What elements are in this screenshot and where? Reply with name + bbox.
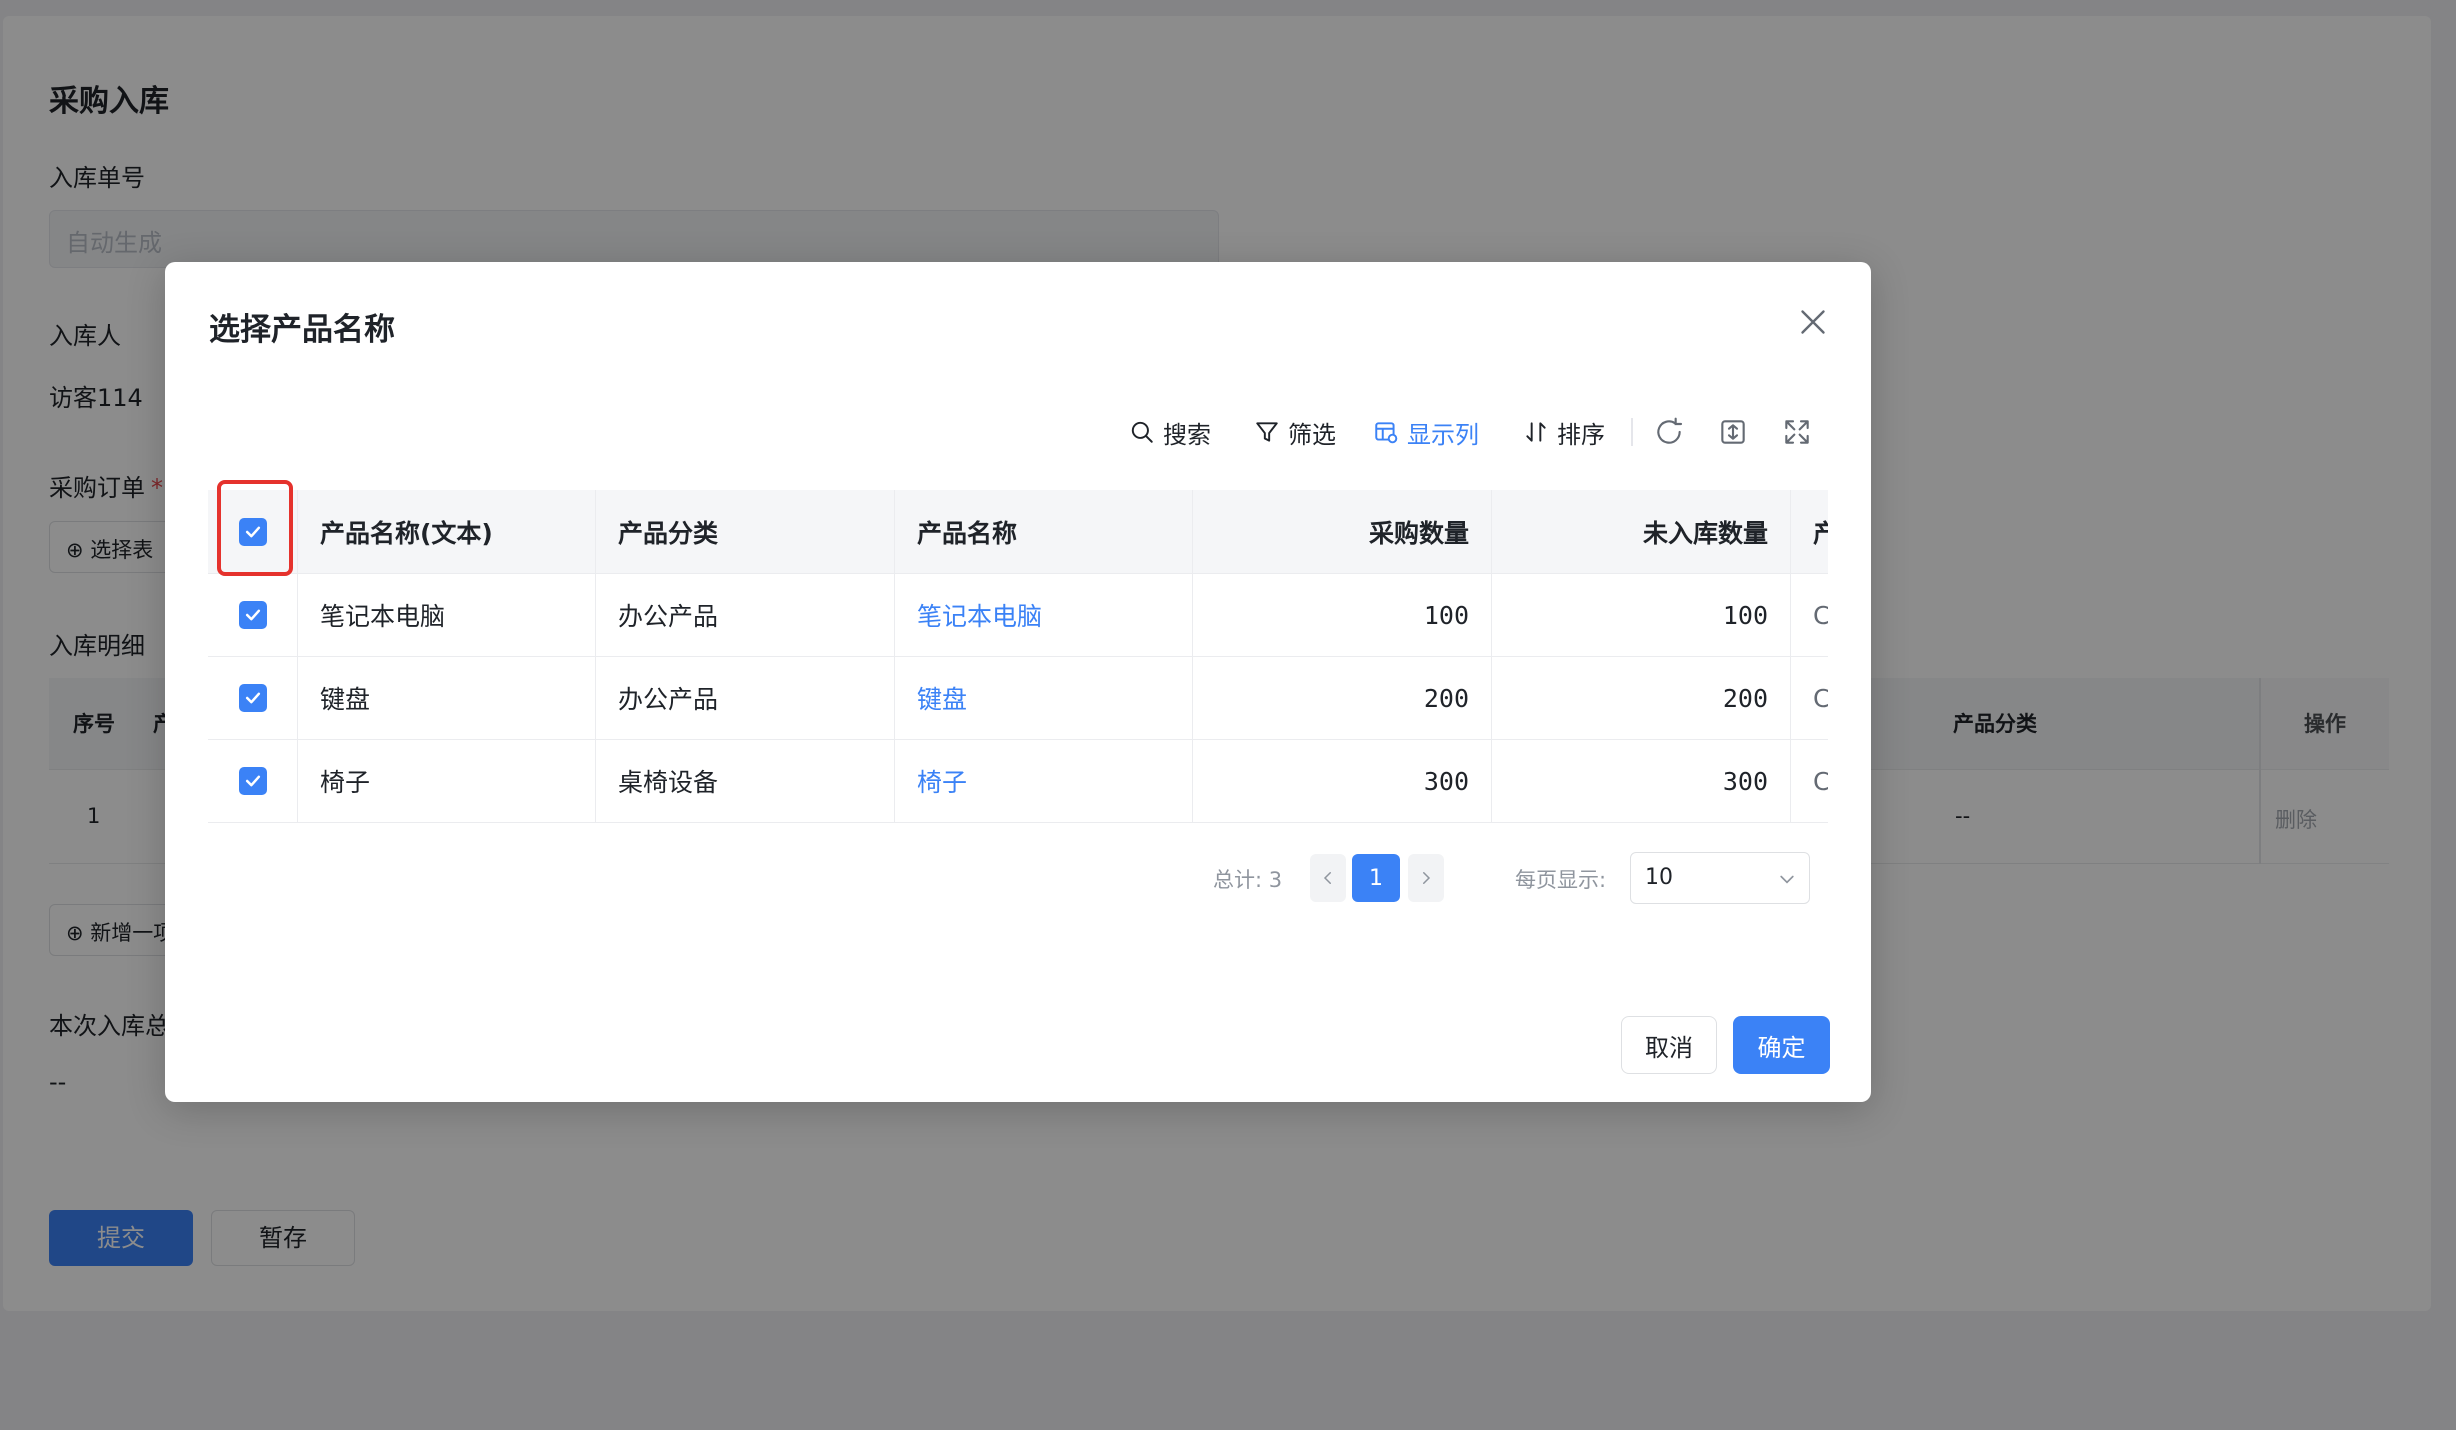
pagination-total: 总计: 3 — [1213, 868, 1283, 892]
th-not-received-qty[interactable]: 未入库数量 — [1492, 490, 1791, 573]
table-row[interactable]: 椅子 桌椅设备 椅子 300 300 C — [208, 740, 1828, 823]
page-size-label: 每页显示: — [1515, 868, 1607, 892]
row-checkbox[interactable] — [238, 601, 267, 629]
td-purchase-qty: 100 — [1193, 574, 1492, 656]
th-product-name-text[interactable]: 产品名称(文本) — [298, 490, 596, 573]
row-checkbox[interactable] — [238, 684, 267, 712]
confirm-button[interactable]: 确定 — [1733, 1016, 1830, 1074]
td-product-category: 桌椅设备 — [596, 740, 895, 822]
table-header-row: 产品名称(文本) 产品分类 产品名称 采购数量 未入库数量 产 — [208, 490, 1828, 574]
td-product-name-text: 笔记本电脑 — [298, 574, 596, 656]
check-icon — [245, 609, 260, 621]
page-1-button[interactable]: 1 — [1352, 854, 1400, 902]
td-product-name-text: 椅子 — [298, 740, 596, 822]
row-select-cell — [208, 740, 298, 822]
search-icon — [1131, 421, 1153, 443]
td-product-name-link[interactable]: 笔记本电脑 — [895, 574, 1193, 656]
row-density-icon[interactable] — [1717, 416, 1749, 448]
sort-icon — [1526, 422, 1546, 442]
chevron-left-icon — [1323, 872, 1331, 884]
td-truncated: C — [1791, 657, 1828, 739]
td-purchase-qty: 200 — [1193, 657, 1492, 739]
row-select-cell — [208, 657, 298, 739]
th-product-name[interactable]: 产品名称 — [895, 490, 1193, 573]
td-product-name-link[interactable]: 椅子 — [895, 740, 1193, 822]
next-page-button[interactable] — [1408, 854, 1444, 902]
th-product-category[interactable]: 产品分类 — [596, 490, 895, 573]
toolbar-divider — [1631, 418, 1633, 446]
td-not-received-qty: 100 — [1492, 574, 1791, 656]
chevron-right-icon — [1423, 872, 1431, 884]
td-not-received-qty: 200 — [1492, 657, 1791, 739]
select-all-checkbox[interactable] — [238, 517, 267, 546]
modal-title: 选择产品名称 — [209, 312, 395, 348]
page-size-value: 10 — [1645, 865, 1673, 890]
th-purchase-qty[interactable]: 采购数量 — [1193, 490, 1492, 573]
td-truncated: C — [1791, 740, 1828, 822]
sort-tool-label: 排序 — [1557, 420, 1605, 449]
check-icon — [245, 526, 260, 537]
product-table: 产品名称(文本) 产品分类 产品名称 采购数量 未入库数量 产 笔记本电脑 办公… — [208, 490, 1828, 1086]
filter-icon — [1256, 422, 1278, 442]
td-product-name-link[interactable]: 键盘 — [895, 657, 1193, 739]
columns-settings-icon — [1375, 422, 1398, 444]
table-toolbar: 搜索 筛选 显示列 排序 — [165, 412, 1871, 452]
th-truncated-column[interactable]: 产 — [1791, 490, 1828, 573]
header-select-all-cell — [208, 490, 298, 573]
td-purchase-qty: 300 — [1193, 740, 1492, 822]
chevron-down-icon — [1780, 875, 1794, 884]
check-icon — [245, 775, 260, 787]
table-row[interactable]: 笔记本电脑 办公产品 笔记本电脑 100 100 C — [208, 574, 1828, 657]
cancel-button[interactable]: 取消 — [1621, 1016, 1717, 1074]
close-icon[interactable] — [1795, 304, 1831, 340]
page-size-select[interactable]: 10 — [1630, 852, 1810, 904]
filter-tool-button[interactable]: 筛选 — [1254, 412, 1336, 452]
row-checkbox[interactable] — [238, 767, 267, 795]
td-product-category: 办公产品 — [596, 574, 895, 656]
sort-tool-button[interactable]: 排序 — [1523, 412, 1605, 452]
td-not-received-qty: 300 — [1492, 740, 1791, 822]
prev-page-button[interactable] — [1310, 854, 1346, 902]
td-truncated: C — [1791, 574, 1828, 656]
search-tool-button[interactable]: 搜索 — [1129, 412, 1211, 452]
td-product-category: 办公产品 — [596, 657, 895, 739]
columns-tool-label: 显示列 — [1407, 420, 1479, 449]
table-row[interactable]: 键盘 办公产品 键盘 200 200 C — [208, 657, 1828, 740]
search-tool-label: 搜索 — [1163, 420, 1211, 449]
select-product-modal: 选择产品名称 搜索 筛选 显示列 排序 产品名称(文本) 产品分类 产品名称 采… — [165, 262, 1871, 1102]
check-icon — [245, 692, 260, 704]
columns-tool-button[interactable]: 显示列 — [1373, 412, 1479, 452]
filter-tool-label: 筛选 — [1288, 420, 1336, 449]
refresh-icon[interactable] — [1653, 416, 1685, 448]
fullscreen-icon[interactable] — [1781, 416, 1813, 448]
row-select-cell — [208, 574, 298, 656]
pagination: 总计: 3 1 每页显示: 10 — [165, 852, 1871, 904]
td-product-name-text: 键盘 — [298, 657, 596, 739]
